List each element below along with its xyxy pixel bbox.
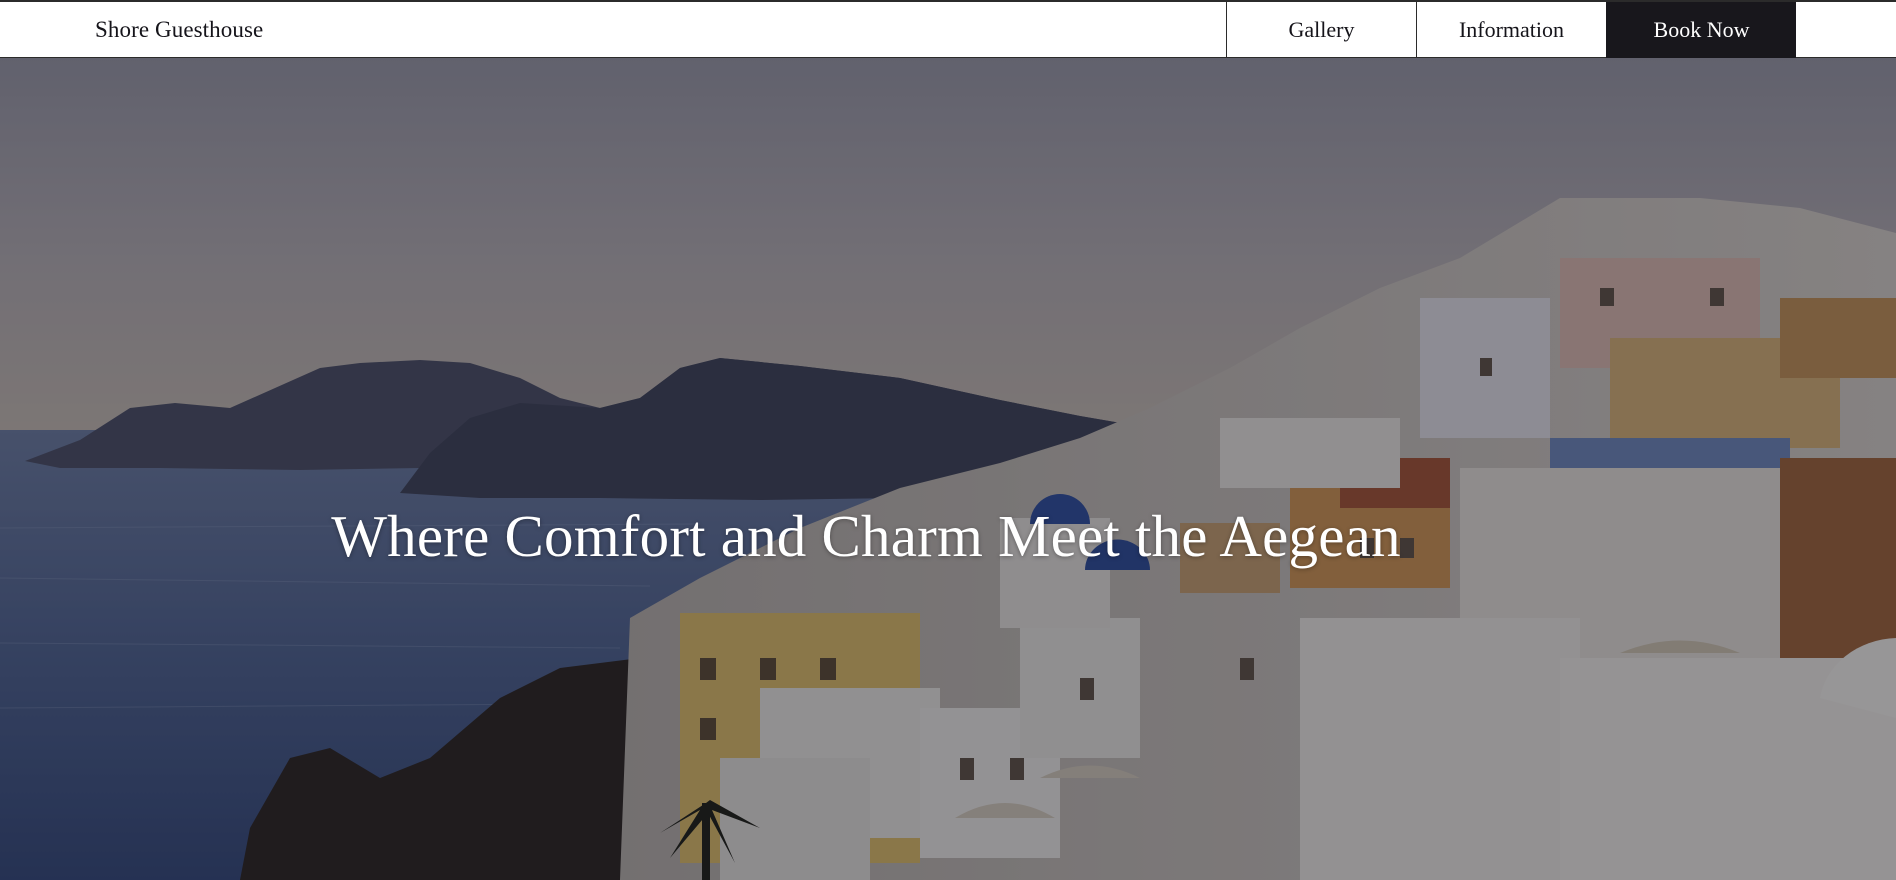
top-navigation-bar: Shore Guesthouse Gallery Information Boo… bbox=[0, 0, 1896, 58]
nav-links: Gallery Information Book Now bbox=[1226, 2, 1796, 58]
book-now-button[interactable]: Book Now bbox=[1606, 2, 1796, 58]
hero-section: Where Comfort and Charm Meet the Aegean bbox=[0, 58, 1896, 880]
hero-headline: Where Comfort and Charm Meet the Aegean bbox=[331, 503, 1401, 569]
nav-link-gallery[interactable]: Gallery bbox=[1226, 2, 1416, 58]
nav-link-information[interactable]: Information bbox=[1416, 2, 1606, 58]
hero-dark-overlay bbox=[0, 58, 1896, 880]
brand-logo-link[interactable]: Shore Guesthouse bbox=[95, 2, 263, 58]
